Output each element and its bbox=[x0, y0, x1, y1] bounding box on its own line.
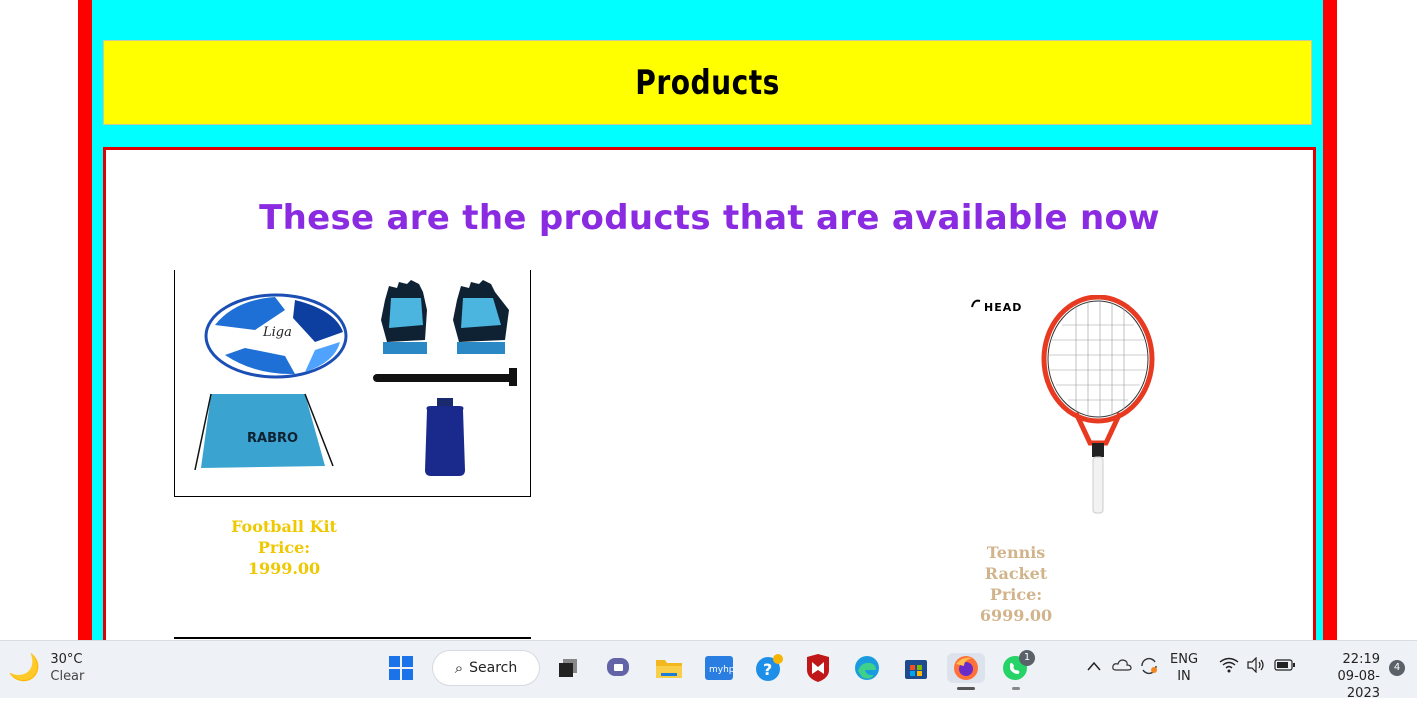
search-icon: ⌕ bbox=[454, 659, 464, 677]
page-title: Products bbox=[635, 62, 780, 103]
next-product-image-edge bbox=[174, 637, 531, 639]
product-name: Tennis Racket bbox=[984, 543, 1048, 583]
football-kit-image[interactable]: Liga RABRO bbox=[174, 270, 531, 497]
whatsapp-badge: 1 bbox=[1019, 650, 1035, 666]
start-icon[interactable] bbox=[386, 653, 416, 683]
firefox-active-indicator bbox=[957, 687, 975, 690]
myhp-label: myhp bbox=[709, 665, 733, 675]
header-banner: Products bbox=[103, 40, 1312, 125]
tennis-racket-illustration: HEAD bbox=[971, 294, 1155, 514]
notification-badge[interactable]: 4 bbox=[1389, 660, 1405, 676]
product-card-football[interactable]: Football Kit Price: 1999.00 bbox=[224, 516, 344, 579]
language-code: ENG bbox=[1170, 652, 1199, 667]
weather-temperature: 30°C bbox=[50, 652, 83, 667]
store-icon[interactable] bbox=[901, 653, 931, 683]
clock-date: 09-08-2023 bbox=[1337, 669, 1380, 701]
page-frame: Products These are the products that are… bbox=[78, 0, 1337, 667]
weather-widget[interactable]: 🌙 30°C Clear bbox=[8, 651, 84, 685]
help-icon[interactable]: ? bbox=[754, 653, 784, 683]
clock-time: 22:19 bbox=[1342, 652, 1380, 667]
product-price: Price: 1999.00 bbox=[247, 538, 321, 578]
product-price: Price: 6999.00 bbox=[979, 585, 1053, 625]
language-region: IN bbox=[1177, 669, 1191, 684]
product-name: Football Kit bbox=[231, 517, 337, 536]
onedrive-icon[interactable] bbox=[1112, 657, 1132, 678]
battery-icon[interactable] bbox=[1274, 658, 1296, 677]
chat-icon[interactable] bbox=[604, 653, 634, 683]
products-section: These are the products that are availabl… bbox=[103, 147, 1316, 667]
page-background: Products These are the products that are… bbox=[92, 0, 1323, 667]
file-explorer-icon[interactable] bbox=[654, 653, 684, 683]
sync-icon[interactable] bbox=[1139, 657, 1159, 680]
taskbar-search-button[interactable]: ⌕ Search bbox=[432, 650, 540, 686]
head-logo: HEAD bbox=[984, 301, 1022, 314]
weather-condition: Clear bbox=[50, 669, 85, 684]
svg-text:?: ? bbox=[763, 660, 772, 679]
mcafee-icon[interactable] bbox=[803, 653, 833, 683]
tennis-racket-image[interactable]: HEAD bbox=[966, 294, 1166, 520]
search-label: Search bbox=[469, 660, 518, 676]
edge-icon[interactable] bbox=[852, 653, 882, 683]
products-subtitle: These are the products that are availabl… bbox=[259, 198, 1160, 238]
whatsapp-open-indicator bbox=[1012, 687, 1020, 690]
clock[interactable]: 22:19 09-08-2023 bbox=[1308, 651, 1380, 702]
football-kit-illustration: Liga RABRO bbox=[194, 280, 517, 476]
myhp-icon[interactable]: myhp bbox=[704, 653, 734, 683]
firefox-icon[interactable] bbox=[947, 653, 985, 683]
volume-icon[interactable] bbox=[1246, 656, 1266, 678]
rabro-logo: RABRO bbox=[247, 431, 298, 446]
taskbar: 🌙 30°C Clear ⌕ Search myhp ? 1 ENG IN 22… bbox=[0, 640, 1417, 701]
wifi-icon[interactable] bbox=[1219, 657, 1239, 678]
product-card-tennis[interactable]: Tennis Racket Price: 6999.00 bbox=[956, 542, 1076, 626]
task-view-icon[interactable] bbox=[553, 653, 583, 683]
moon-icon: 🌙 bbox=[8, 653, 41, 683]
language-indicator[interactable]: ENG IN bbox=[1170, 651, 1198, 685]
chevron-up-icon[interactable] bbox=[1087, 659, 1101, 676]
liga-logo: Liga bbox=[262, 325, 292, 340]
